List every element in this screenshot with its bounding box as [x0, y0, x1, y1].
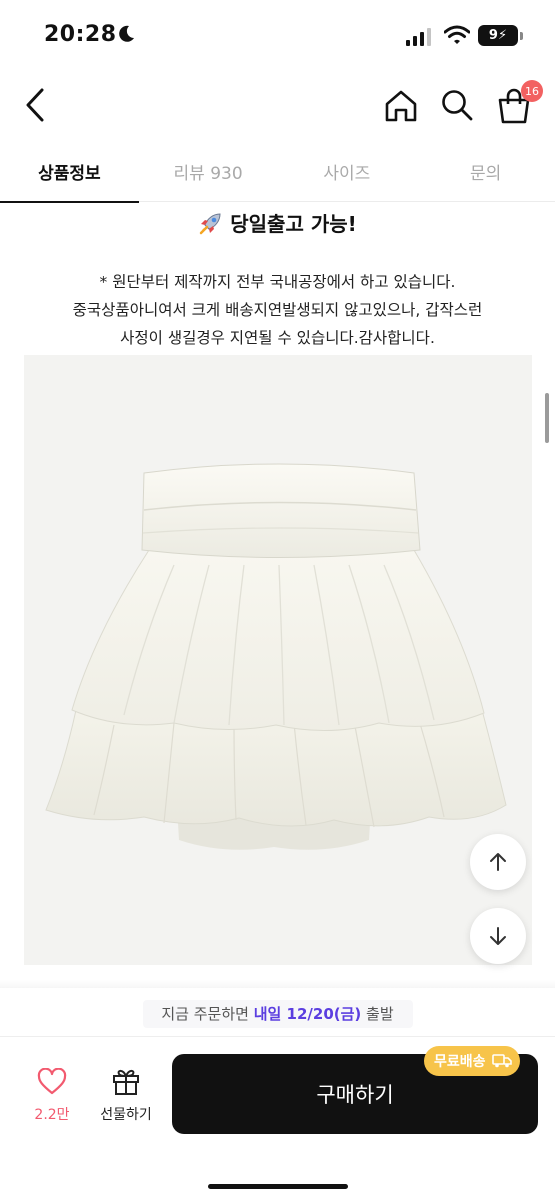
heart-icon	[37, 1067, 67, 1095]
top-nav: 16	[0, 72, 555, 138]
battery-cap	[520, 32, 523, 40]
free-shipping-badge: 무료배송	[424, 1046, 520, 1076]
battery-level: 9	[488, 28, 498, 43]
delivery-suffix: 출발	[361, 1005, 394, 1023]
tab-product-info[interactable]: 상품정보	[0, 140, 139, 203]
notice-line: 중국상품아니여서 크게 배송지연발생되지 않고있으나, 갑작스런	[72, 301, 483, 319]
product-image-skirt	[24, 355, 532, 965]
content-divider	[0, 980, 555, 988]
free-ship-label: 무료배송	[434, 1054, 486, 1070]
tab-reviews[interactable]: 리뷰 930	[139, 140, 278, 202]
truck-icon	[491, 1054, 512, 1068]
battery-icon: 9 ⚡	[478, 25, 518, 46]
tab-size[interactable]: 사이즈	[278, 140, 417, 202]
back-icon[interactable]	[18, 84, 54, 126]
wifi-icon	[444, 25, 470, 44]
production-notice: * 원단부터 제작까지 전부 국내공장에서 하고 있습니다. 중국상품아니여서 …	[0, 268, 555, 352]
status-time: 20:28	[44, 22, 117, 47]
gift-label: 선물하기	[100, 1107, 152, 1123]
like-count: 2.2만	[34, 1107, 70, 1123]
status-bar: 20:28 9 ⚡	[0, 0, 555, 72]
tab-inquiry[interactable]: 문의	[416, 140, 555, 202]
arrow-down-icon	[490, 927, 506, 945]
home-indicator	[208, 1184, 348, 1189]
notice-line: 사정이 생길경우 지연될 수 있습니다.감사합니다.	[120, 329, 435, 347]
cart-count-badge: 16	[521, 80, 543, 102]
moon-icon	[119, 25, 134, 42]
delivery-info: 지금 주문하면 내일 12/20(금) 출발	[0, 996, 555, 1032]
delivery-prefix: 지금 주문하면	[161, 1005, 254, 1023]
skirt-illustration	[45, 463, 507, 850]
notice-line: * 원단부터 제작까지 전부 국내공장에서 하고 있습니다.	[99, 273, 456, 291]
gift-button[interactable]: 선물하기	[88, 1066, 164, 1124]
arrow-up-icon	[490, 853, 506, 871]
same-day-shipping-banner: 당일출고 가능!	[0, 208, 555, 237]
search-icon[interactable]	[438, 86, 476, 124]
home-icon[interactable]	[382, 87, 420, 125]
scroll-to-top-button[interactable]	[470, 834, 526, 890]
ship-banner-text: 당일출고 가능!	[230, 212, 357, 236]
like-button[interactable]: 2.2만	[22, 1067, 82, 1124]
delivery-date: 내일 12/20(금)	[253, 1005, 362, 1023]
product-tabs: 상품정보 리뷰 930 사이즈 문의	[0, 140, 555, 203]
bottom-divider	[0, 1036, 555, 1037]
scroll-to-bottom-button[interactable]	[470, 908, 526, 964]
page-scrollbar[interactable]	[545, 393, 549, 443]
signal-icon	[406, 28, 431, 46]
gift-icon	[113, 1069, 139, 1095]
rocket-icon	[200, 213, 221, 235]
